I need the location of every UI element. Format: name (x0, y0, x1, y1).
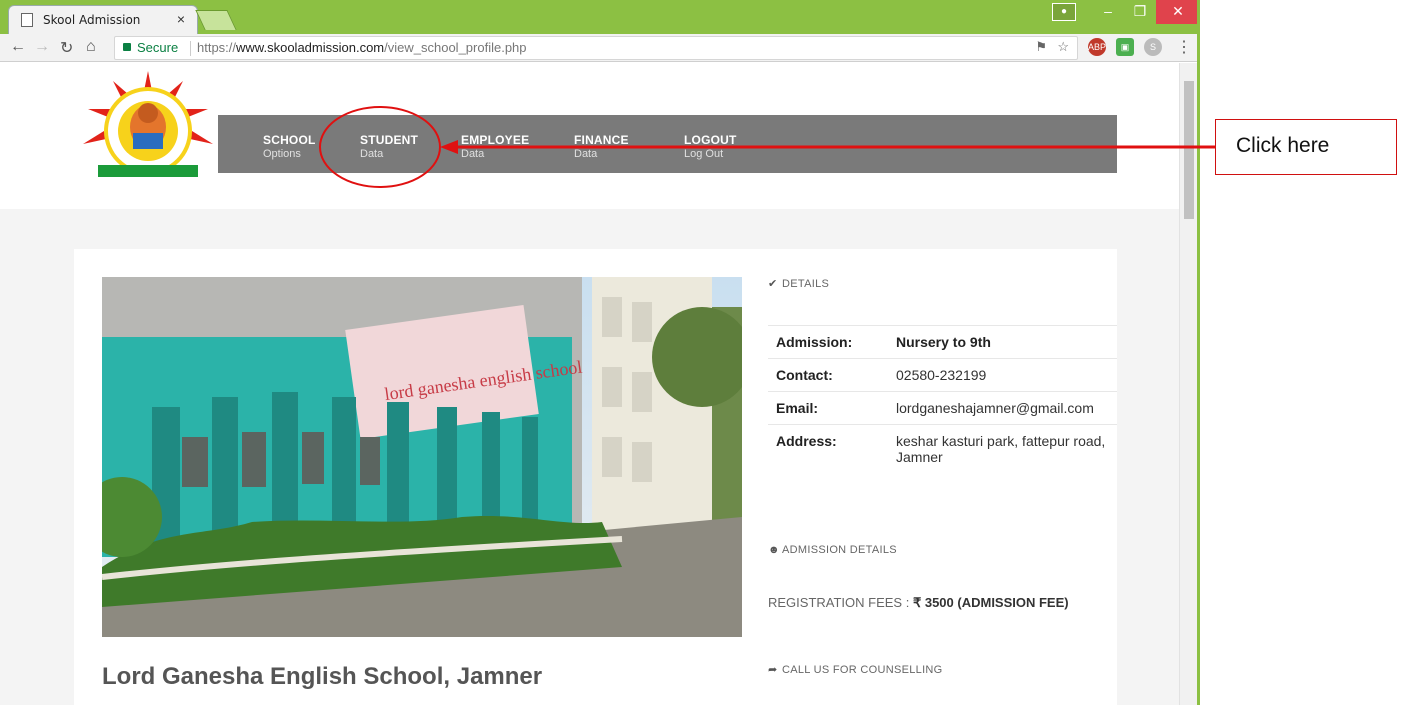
annotation-callout: Click here (1215, 119, 1397, 175)
annotation-label: Click here (1236, 134, 1330, 157)
highlight-circle (319, 106, 441, 188)
annotation-arrowhead (440, 140, 458, 154)
annotation-overlay (319, 106, 1215, 188)
screenshot-root: { "browser": { "tab_title": "Skool Admis… (0, 0, 1401, 705)
